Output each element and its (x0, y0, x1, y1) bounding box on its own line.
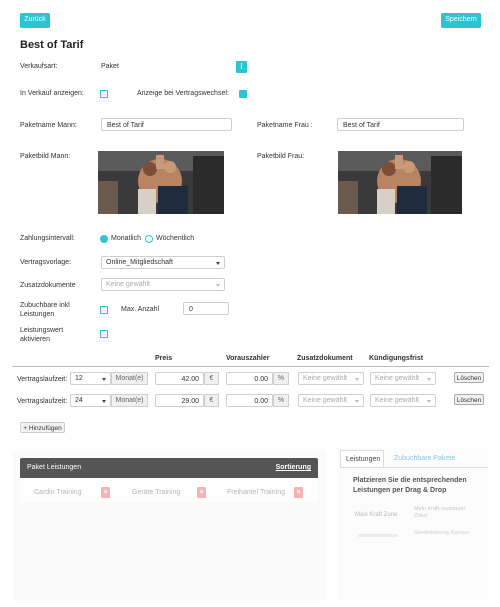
header-cancellation: Kündigungsfrist (369, 355, 424, 362)
payment-monthly-radio[interactable] (100, 235, 108, 243)
payment-weekly-label: Wöchentlich (156, 235, 195, 242)
delete-term-button[interactable]: Löschen (454, 394, 484, 405)
list-item: Cardio Training (34, 489, 82, 496)
tab-services[interactable]: Leistungen (340, 450, 384, 468)
delete-term-button[interactable]: Löschen (454, 372, 484, 383)
package-image-female-label: Paketbild Frau: (257, 153, 305, 160)
term-row-label: Vertragslaufzeit: (17, 376, 68, 383)
bookable-incl-label: Zubuchbare inkl Leistungen (20, 302, 70, 318)
contract-template-select[interactable]: Online_Mitgliedschaft (101, 256, 225, 269)
percent-addon: % (273, 372, 289, 385)
chevron-down-icon (427, 378, 431, 381)
extra-doc-placeholder: Keine gewählt (303, 375, 347, 382)
package-name-male-input[interactable]: Best of Tarif (101, 118, 232, 131)
term-value: 12 (75, 375, 83, 382)
remove-icon[interactable]: × (197, 487, 206, 498)
chevron-down-icon (355, 400, 359, 403)
list-item: Freihantel Training (227, 489, 285, 496)
service-value-checkbox[interactable] (100, 330, 108, 338)
term-value: 24 (75, 397, 83, 404)
extra-doc-select[interactable]: Keine gewählt (298, 372, 364, 385)
tab-divider (340, 467, 488, 468)
contract-template-label: Vertragsvorlage: (20, 259, 71, 266)
extra-doc-placeholder: Keine gewählt (303, 397, 347, 404)
contract-template-value: Online_Mitgliedschaft (106, 259, 173, 266)
package-services-list: Cardio Training × Geräte Training × Frei… (20, 478, 318, 502)
bookable-incl-checkbox[interactable] (100, 306, 108, 314)
header-extra-doc: Zusatzdokument (297, 355, 353, 362)
show-on-contract-change-label: Anzeige bei Vertragswechsel: (137, 90, 229, 97)
term-row-label: Vertragslaufzeit: (17, 398, 68, 405)
tab-bookable-packages[interactable]: Zubuchbare Pakete (394, 455, 455, 462)
price-input[interactable]: 29.00 (155, 394, 204, 407)
header-price: Preis (155, 355, 173, 362)
remove-icon[interactable]: × (101, 487, 110, 498)
payment-weekly-radio[interactable] (145, 235, 153, 243)
sales-type-label: Verkaufsart: (20, 63, 58, 70)
sort-link[interactable]: Sortierung (276, 464, 311, 471)
service-item[interactable]: Gerätetraining Ranque (414, 530, 472, 537)
additional-docs-placeholder: Keine gewählt (106, 281, 150, 288)
term-unit: Monat(e) (111, 372, 148, 385)
back-button[interactable]: Zurück (20, 13, 50, 28)
package-name-female-label: Paketname Frau : (257, 122, 313, 129)
show-in-sales-label: In Verkauf anzeigen: (20, 90, 84, 97)
sales-type-value: Paket (101, 63, 119, 70)
info-icon[interactable]: i (236, 61, 247, 73)
chevron-down-icon (102, 400, 106, 403)
term-select[interactable]: 12 (70, 372, 111, 385)
service-value-label: Leistungswert aktivieren (20, 327, 64, 343)
package-name-male-label: Paketname Mann: (20, 122, 77, 129)
chevron-down-icon (355, 378, 359, 381)
cancellation-placeholder: Keine gewählt (375, 397, 419, 404)
list-item: Geräte Training (132, 489, 181, 496)
percent-addon: % (273, 394, 289, 407)
package-image-female[interactable] (338, 151, 462, 214)
max-count-label: Max. Anzahl (121, 306, 160, 313)
term-select[interactable]: 24 (70, 394, 111, 407)
term-unit: Monat(e) (111, 394, 148, 407)
chevron-down-icon (216, 284, 220, 287)
chevron-down-icon (427, 400, 431, 403)
cancellation-select[interactable]: Keine gewählt (370, 372, 436, 385)
package-name-female-input[interactable]: Best of Tarif (337, 118, 464, 131)
max-count-input[interactable]: 0 (183, 302, 229, 315)
add-term-button[interactable]: + Hinzufügen (20, 422, 65, 433)
cancellation-select[interactable]: Keine gewählt (370, 394, 436, 407)
cancellation-placeholder: Keine gewählt (375, 375, 419, 382)
side-panel (338, 448, 488, 601)
service-item[interactable]: Mein Kraft-/ausdauer Zirkel (414, 506, 472, 520)
additional-docs-label: Zusatzdokumente (20, 282, 76, 289)
show-in-sales-checkbox[interactable] (100, 90, 108, 98)
package-services-title: Paket Leistungen (27, 464, 82, 471)
package-services-header: Paket Leistungen Sortierung (20, 458, 318, 478)
fitness-photo-female (338, 151, 462, 214)
save-button[interactable]: Speichern (441, 13, 481, 28)
prepay-input[interactable]: 0.00 (226, 372, 273, 385)
payment-monthly-label: Monatlich (111, 235, 141, 242)
remove-icon[interactable]: × (294, 487, 303, 498)
chevron-down-icon (102, 378, 106, 381)
drag-drop-instruction: Platzieren Sie die entsprechenden Leistu… (353, 477, 467, 494)
extra-doc-select[interactable]: Keine gewählt (298, 394, 364, 407)
currency-addon: € (204, 372, 219, 385)
additional-docs-select[interactable]: Keine gewählt (101, 278, 225, 291)
payment-interval-label: Zahlungsintervall: (20, 235, 75, 242)
price-input[interactable]: 42.00 (155, 372, 204, 385)
service-item-placeholder[interactable] (358, 534, 398, 537)
tab-services-label: Leistungen (346, 456, 381, 463)
package-image-male-label: Paketbild Mann: (20, 153, 71, 160)
service-item[interactable]: Maxi Kraft Zone (355, 512, 397, 518)
show-on-contract-change-checkbox[interactable] (239, 90, 247, 98)
header-prepayer: Vorauszahler (226, 355, 270, 362)
currency-addon: € (204, 394, 219, 407)
page-title: Best of Tarif (20, 39, 84, 51)
prepay-input[interactable]: 0.00 (226, 394, 273, 407)
package-image-male[interactable] (98, 151, 224, 214)
table-divider (12, 366, 489, 367)
chevron-down-icon (216, 262, 220, 265)
fitness-photo-male (98, 151, 224, 214)
